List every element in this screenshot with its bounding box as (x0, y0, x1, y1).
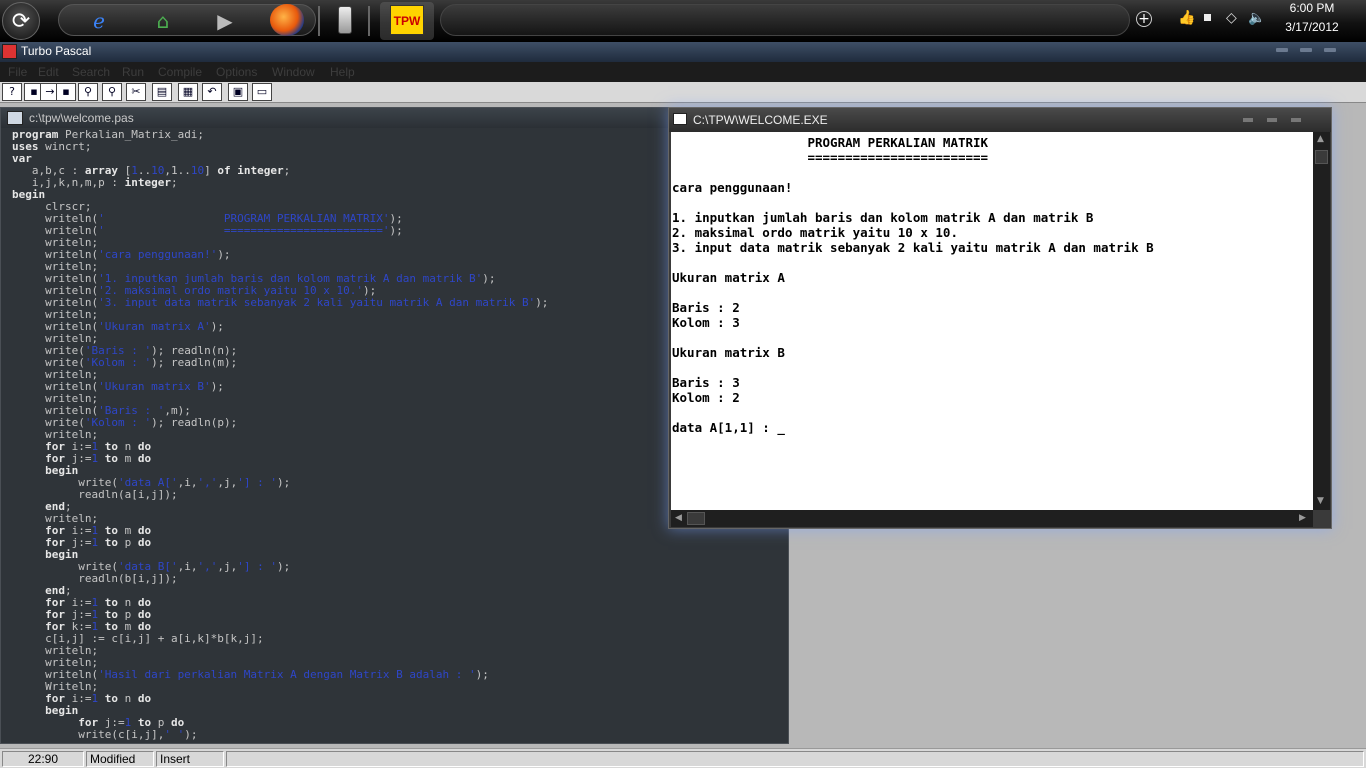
menu-run[interactable]: Run (122, 65, 144, 79)
toolbar: ? ▪ → ▪ ⚲ ⚲ ✂ ▤ ▦ ↶ ▣ ▭ (0, 82, 1366, 103)
menu-help[interactable]: Help (330, 65, 355, 79)
turbo-pascal-icon (2, 44, 17, 59)
insert-mode-indicator: Insert (156, 751, 224, 767)
minimize-button[interactable] (1276, 48, 1288, 52)
modified-indicator: Modified (86, 751, 154, 767)
media-player-icon[interactable]: ▶ (211, 9, 239, 33)
console-line: Kolom : 3 (672, 315, 740, 330)
console-line: data A[1,1] : _ (672, 420, 785, 435)
code-line: readln(b[i,j]); (12, 572, 178, 585)
turbo-pascal-task-icon[interactable]: TPW (390, 5, 424, 35)
code-line: i,j,k,n,m,p : integer; (12, 176, 178, 189)
scroll-right-icon[interactable]: ▶ (1299, 513, 1306, 523)
volume-icon[interactable]: 🔈 (1248, 10, 1265, 26)
run-icon[interactable]: ▭ (252, 83, 272, 101)
menu-compile[interactable]: Compile (158, 65, 202, 79)
tray-add-icon[interactable]: + (1136, 11, 1152, 27)
console-line: Baris : 3 (672, 375, 740, 390)
task-strip (440, 4, 1130, 36)
menu-options[interactable]: Options (216, 65, 257, 79)
console-line: PROGRAM PERKALIAN MATRIK (672, 135, 989, 150)
main-window-titlebar: Turbo Pascal (0, 42, 1366, 62)
code-line: begin (12, 188, 46, 201)
menu-bar: File Edit Search Run Compile Options Win… (0, 62, 1366, 82)
console-line: Kolom : 2 (672, 390, 740, 405)
phone-app-icon[interactable] (338, 6, 352, 34)
console-output: PROGRAM PERKALIAN MATRIK ===============… (672, 135, 1154, 435)
console-output-area[interactable]: PROGRAM PERKALIAN MATRIK ===============… (671, 132, 1313, 510)
console-window: C:\TPW\WELCOME.EXE PROGRAM PERKALIAN MAT… (668, 107, 1332, 529)
find-icon[interactable]: ⚲ (78, 83, 98, 101)
internet-explorer-icon[interactable]: ℯ (85, 9, 113, 33)
console-line: cara penggunaan! (672, 180, 793, 195)
start-button[interactable]: ⟳ (2, 2, 40, 40)
status-bar: 22:90 Modified Insert (0, 748, 1366, 768)
save-all-icon[interactable]: ▪ (56, 83, 76, 101)
console-line: Ukuran matrix A (672, 270, 785, 285)
cut-icon[interactable]: ✂ (126, 83, 146, 101)
console-line: 2. maksimal ordo matrik yaitu 10 x 10. (672, 225, 958, 240)
network-icon[interactable]: ◇ (1226, 10, 1237, 26)
vertical-scroll-thumb[interactable] (1315, 150, 1328, 164)
menu-search[interactable]: Search (72, 65, 110, 79)
code-area[interactable]: program Perkalian_Matrix_adi; uses wincrt… (12, 129, 548, 741)
menu-edit[interactable]: Edit (38, 65, 59, 79)
menu-file[interactable]: File (8, 65, 27, 79)
clock-date[interactable]: 3/17/2012 (1272, 20, 1352, 34)
maximize-button[interactable] (1300, 48, 1312, 52)
firefox-icon[interactable] (270, 4, 304, 36)
console-line: Ukuran matrix B (672, 345, 785, 360)
thumbs-up-icon[interactable]: 👍 (1178, 10, 1195, 26)
status-message (226, 751, 1364, 767)
paste-icon[interactable]: ▦ (178, 83, 198, 101)
code-line: write(c[i,j],' '); (12, 728, 198, 741)
console-title: C:\TPW\WELCOME.EXE (693, 113, 828, 127)
scroll-down-icon[interactable]: ▼ (1317, 496, 1324, 506)
console-line: ======================== (672, 150, 989, 165)
horizontal-scroll-thumb[interactable] (687, 512, 705, 525)
help-icon[interactable]: ? (2, 83, 22, 101)
code-line: readln(a[i,j]); (12, 488, 178, 501)
console-titlebar: C:\TPW\WELCOME.EXE (669, 108, 1331, 132)
document-icon (7, 111, 23, 125)
search-again-icon[interactable]: ⚲ (102, 83, 122, 101)
undo-icon[interactable]: ↶ (202, 83, 222, 101)
console-line: 1. inputkan jumlah baris dan kolom matri… (672, 210, 1094, 225)
scroll-left-icon[interactable]: ◀ (675, 513, 682, 523)
console-maximize-button[interactable] (1267, 118, 1277, 122)
code-line: for j:=1 to p do (45, 536, 152, 549)
console-vertical-scrollbar[interactable]: ▲ ▼ (1313, 132, 1330, 510)
tray-square-icon[interactable] (1204, 14, 1211, 21)
console-window-icon (673, 113, 687, 125)
console-horizontal-scrollbar[interactable]: ◀ ▶ (671, 510, 1313, 527)
scroll-up-icon[interactable]: ▲ (1317, 134, 1324, 144)
window-title: Turbo Pascal (21, 44, 92, 58)
code-line: program Perkalian_Matrix_adi; (12, 128, 205, 141)
console-line: 3. input data matrik sebanyak 2 kali yai… (672, 240, 1154, 255)
editor-filename: c:\tpw\welcome.pas (29, 111, 134, 125)
console-minimize-button[interactable] (1243, 118, 1253, 122)
console-close-button[interactable] (1291, 118, 1301, 122)
clock-time[interactable]: 6:00 PM (1272, 1, 1352, 15)
code-line: for j:=1 to m do (45, 452, 152, 465)
cursor-position: 22:90 (2, 751, 84, 767)
console-line: Baris : 2 (672, 300, 740, 315)
copy-icon[interactable]: ▤ (152, 83, 172, 101)
taskbar: ⟳ ℯ ⌂ ▶ TPW + 👍 ◇ 🔈 6:00 PM 3/17/2012 (0, 0, 1366, 42)
compile-icon[interactable]: ▣ (228, 83, 248, 101)
code-line: for i:=1 to n do (45, 692, 152, 705)
code-line: uses wincrt; (12, 140, 92, 153)
close-button[interactable] (1324, 48, 1336, 52)
taskbar-separator (318, 6, 320, 36)
taskbar-separator (368, 6, 370, 36)
home-icon[interactable]: ⌂ (149, 9, 177, 33)
menu-window[interactable]: Window (272, 65, 315, 79)
